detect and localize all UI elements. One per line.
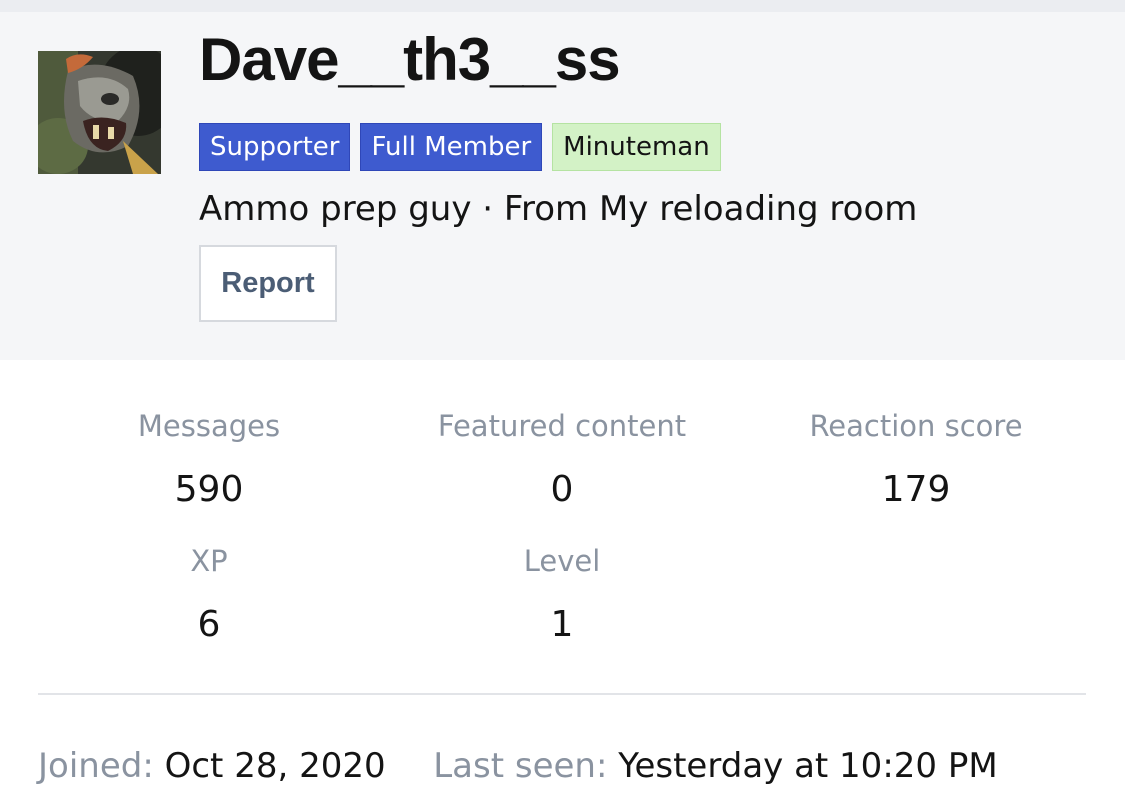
- stat-value: 0: [550, 469, 574, 510]
- report-button[interactable]: Report: [199, 245, 337, 322]
- stat-value: 590: [174, 469, 244, 510]
- avatar[interactable]: [38, 51, 161, 174]
- stat-label: Reaction score: [809, 409, 1023, 443]
- joined-value: Oct 28, 2020: [164, 746, 386, 786]
- stat-value: 1: [550, 604, 574, 645]
- top-strip: [0, 0, 1125, 12]
- avatar-image: [38, 51, 161, 174]
- badge-full-member: Full Member: [360, 123, 543, 171]
- stat-messages[interactable]: Messages 590: [39, 408, 379, 512]
- joined-label: Joined:: [38, 746, 154, 786]
- stat-label: XP: [190, 544, 228, 578]
- stat-value: 179: [881, 469, 951, 510]
- user-tagline: Ammo prep guy · From My reloading room: [199, 189, 918, 229]
- stat-label: Messages: [137, 409, 281, 443]
- badge-minuteman: Minuteman: [552, 123, 721, 171]
- last-seen-value: Yesterday at 10:20 PM: [618, 746, 998, 786]
- username: Dave__th3__ss: [199, 26, 621, 93]
- member-info-row: Joined: Oct 28, 2020 Last seen: Yesterda…: [38, 742, 998, 790]
- section-divider: [38, 693, 1086, 695]
- stat-value: 6: [197, 604, 221, 645]
- stat-featured-content[interactable]: Featured content 0: [392, 408, 732, 512]
- stat-label: Level: [523, 544, 601, 578]
- last-seen-label: Last seen:: [433, 746, 608, 786]
- stat-reaction-score[interactable]: Reaction score 179: [746, 408, 1086, 512]
- stat-xp: XP 6: [39, 543, 379, 647]
- stat-label: Featured content: [437, 409, 687, 443]
- user-badges: Supporter Full Member Minuteman: [199, 123, 721, 171]
- stat-level: Level 1: [392, 543, 732, 647]
- badge-supporter: Supporter: [199, 123, 351, 171]
